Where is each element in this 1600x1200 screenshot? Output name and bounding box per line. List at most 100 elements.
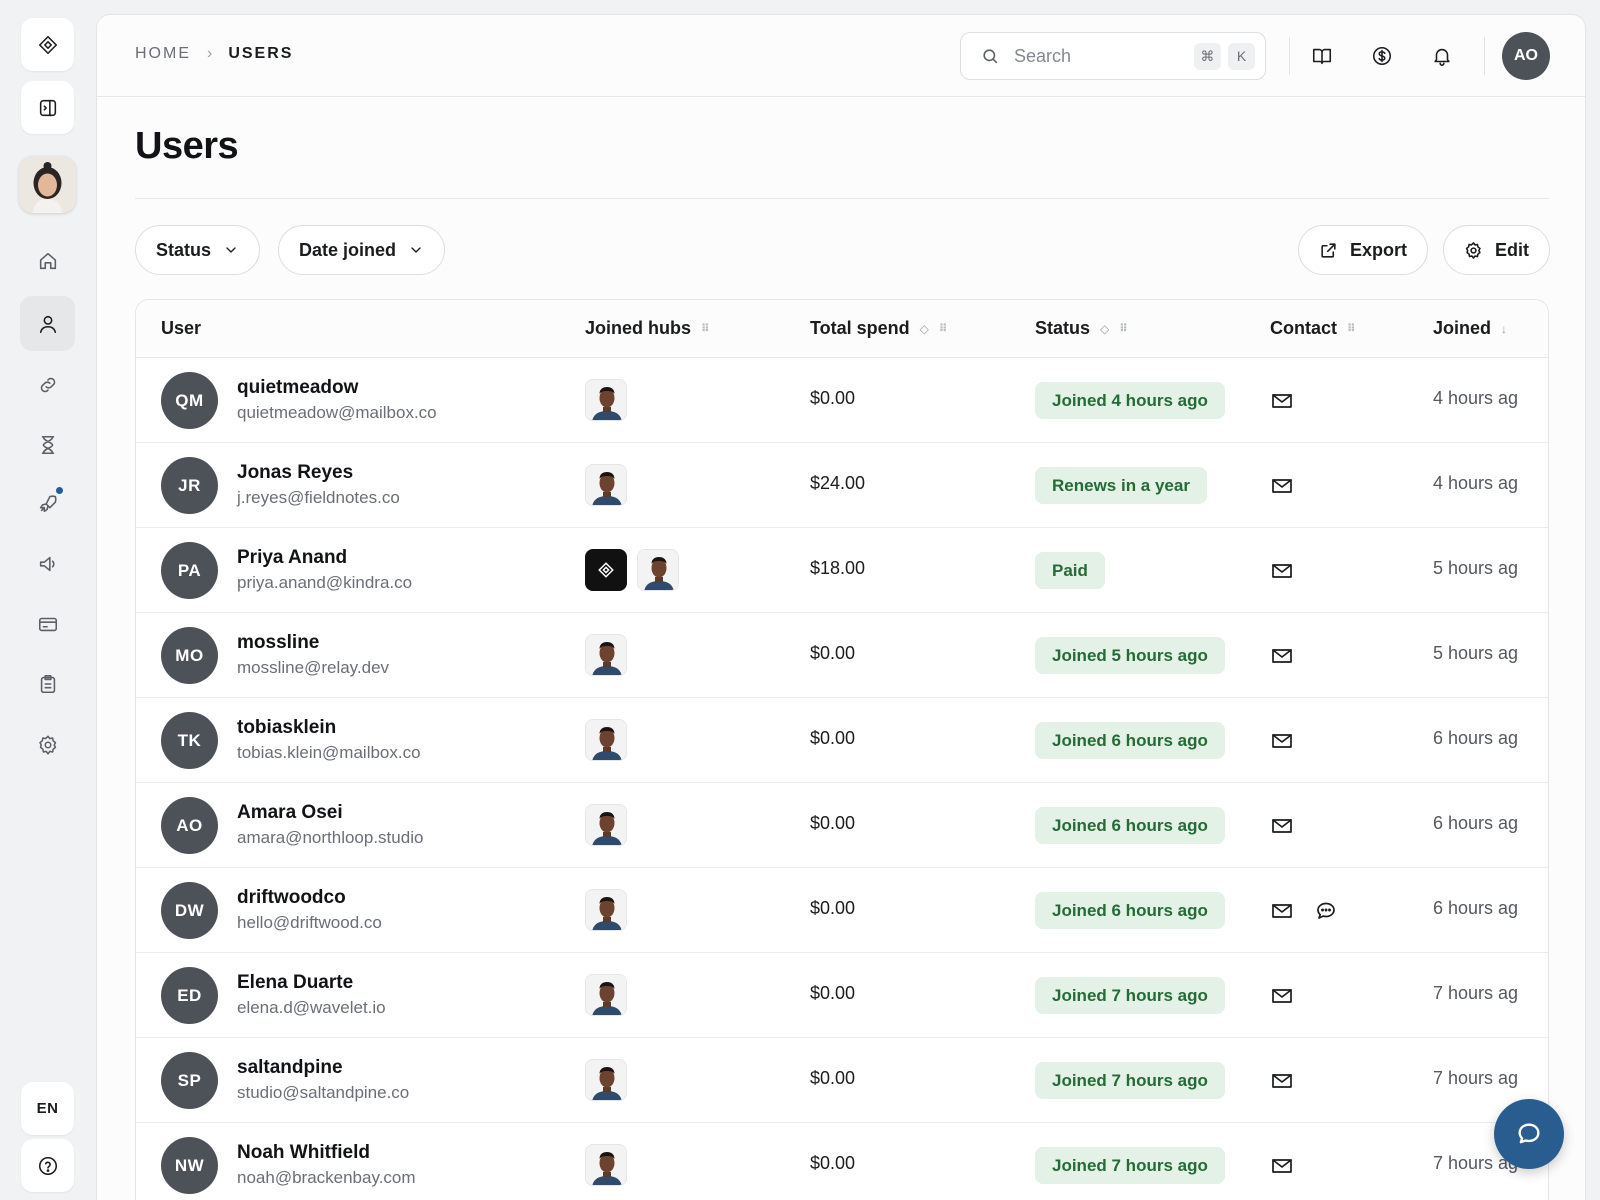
status-badge: Paid	[1035, 552, 1105, 589]
mail-icon[interactable]	[1270, 1154, 1294, 1178]
table-row[interactable]: QM quietmeadow quietmeadow@mailbox.co $0.00…	[136, 358, 1548, 443]
book-icon	[1312, 48, 1332, 65]
column-total-spend[interactable]: Total spend ◇ ⠿	[810, 318, 947, 339]
drag-handle-icon[interactable]: ⠿	[1347, 322, 1356, 335]
nav-links[interactable]	[20, 357, 75, 412]
hub-thumbnail[interactable]	[637, 549, 679, 591]
status-badge: Joined 7 hours ago	[1035, 977, 1225, 1014]
hub-thumbnail[interactable]	[585, 974, 627, 1016]
user-name[interactable]: tobiasklein	[237, 717, 336, 739]
user-name[interactable]: Jonas Reyes	[237, 462, 353, 484]
user-name[interactable]: Noah Whitfield	[237, 1142, 370, 1164]
nav-home[interactable]	[20, 233, 75, 288]
edit-button[interactable]: Edit	[1443, 225, 1550, 275]
user-name[interactable]: Priya Anand	[237, 547, 347, 569]
hub-thumbnail[interactable]	[585, 719, 627, 761]
sidebar-toggle-button[interactable]	[21, 81, 74, 134]
sort-descending-icon[interactable]: ↓	[1501, 322, 1507, 336]
workspace-avatar[interactable]	[19, 156, 76, 213]
drag-handle-icon[interactable]: ⠿	[939, 322, 948, 335]
nav-billing[interactable]	[20, 596, 75, 651]
hub-logo[interactable]	[585, 549, 627, 591]
gear-icon	[1465, 241, 1481, 259]
mail-icon[interactable]	[1270, 984, 1294, 1008]
mail-icon[interactable]	[1270, 814, 1294, 838]
column-joined-hubs[interactable]: Joined hubs ⠿	[585, 318, 710, 339]
language-button[interactable]: EN	[21, 1082, 74, 1135]
hub-person-image	[586, 805, 626, 845]
logo-button[interactable]	[21, 18, 74, 71]
date-joined-filter[interactable]: Date joined	[278, 225, 446, 275]
docs-button[interactable]	[1303, 37, 1341, 75]
mail-icon[interactable]	[1270, 1069, 1294, 1093]
user-name[interactable]: driftwoodco	[237, 887, 346, 909]
divider	[1484, 37, 1485, 75]
table-row[interactable]: MO mossline mossline@relay.dev $0.00 Joined …	[136, 613, 1548, 698]
status-filter[interactable]: Status	[135, 225, 261, 275]
hub-thumbnail[interactable]	[585, 1059, 627, 1101]
user-email: mossline@relay.dev	[237, 658, 390, 677]
user-name[interactable]: mossline	[237, 632, 319, 654]
mail-icon[interactable]	[1270, 729, 1294, 753]
column-status[interactable]: Status ◇ ⠿	[1035, 318, 1128, 339]
column-contact[interactable]: Contact ⠿	[1270, 318, 1356, 339]
user-name[interactable]: quietmeadow	[237, 377, 358, 399]
hub-thumbnail[interactable]	[585, 1144, 627, 1186]
mail-icon[interactable]	[1270, 559, 1294, 583]
hub-person-image	[638, 550, 678, 590]
table-row[interactable]: JR Jonas Reyes j.reyes@fieldnotes.co $24.00…	[136, 443, 1548, 528]
breadcrumb-home[interactable]: HOME	[135, 45, 191, 63]
user-name[interactable]: Elena Duarte	[237, 972, 353, 994]
hub-thumbnail[interactable]	[585, 464, 627, 506]
drag-handle-icon[interactable]: ⠿	[701, 322, 710, 335]
date-joined-filter-label: Date joined	[299, 239, 397, 260]
column-user-label: User	[161, 318, 202, 338]
search-icon	[983, 48, 998, 63]
mail-icon[interactable]	[1270, 474, 1294, 498]
diamond-logo-icon	[38, 35, 57, 54]
hub-person-image	[586, 380, 626, 420]
sort-icon[interactable]: ◇	[920, 322, 929, 336]
table-row[interactable]: ED Elena Duarte elena.d@wavelet.io $0.00 Joi…	[136, 953, 1548, 1038]
nav-waitlist[interactable]	[20, 417, 75, 472]
user-email: tobias.klein@mailbox.co	[237, 743, 421, 762]
user-name[interactable]: saltandpine	[237, 1057, 343, 1079]
mail-icon[interactable]	[1270, 389, 1294, 413]
drag-handle-icon[interactable]: ⠿	[1119, 322, 1128, 335]
joined-time: 4 hours ag	[1433, 473, 1519, 493]
table-row[interactable]: SP saltandpine studio@saltandpine.co $0.00 J…	[136, 1038, 1548, 1123]
export-button[interactable]: Export	[1298, 225, 1429, 275]
joined-time: 6 hours ag	[1433, 813, 1519, 833]
search-input[interactable]: Search ⌘ K	[960, 32, 1266, 80]
help-button[interactable]	[21, 1139, 74, 1192]
chat-icon[interactable]	[1314, 899, 1338, 923]
nav-announcements[interactable]	[20, 536, 75, 591]
billing-button[interactable]	[1363, 37, 1401, 75]
table-row[interactable]: AO Amara Osei amara@northloop.studio $0.00 J…	[136, 783, 1548, 868]
mail-icon[interactable]	[1270, 899, 1294, 923]
hub-thumbnail[interactable]	[585, 379, 627, 421]
total-spend: $0.00	[810, 983, 856, 1003]
chat-launcher-button[interactable]	[1494, 1099, 1564, 1169]
table-row[interactable]: PA Priya Anand priya.anand@kindra.co $18.00…	[136, 528, 1548, 613]
table-row[interactable]: TK tobiasklein tobias.klein@mailbox.co $0.0…	[136, 698, 1548, 783]
hub-thumbnail[interactable]	[585, 634, 627, 676]
table-row[interactable]: DW driftwoodco hello@driftwood.co $0.00 Join…	[136, 868, 1548, 953]
account-avatar[interactable]: AO	[1502, 32, 1550, 80]
column-joined[interactable]: Joined ↓	[1433, 318, 1507, 339]
hub-thumbnail[interactable]	[585, 804, 627, 846]
external-link-icon	[1321, 242, 1336, 258]
column-user[interactable]: User	[161, 318, 201, 339]
nav-launch[interactable]	[20, 476, 75, 531]
nav-users[interactable]	[20, 296, 75, 351]
nav-settings[interactable]	[20, 717, 75, 772]
user-name[interactable]: Amara Osei	[237, 802, 343, 824]
mail-icon[interactable]	[1270, 644, 1294, 668]
hub-person-image	[586, 465, 626, 505]
megaphone-icon	[39, 556, 55, 571]
hub-thumbnail[interactable]	[585, 889, 627, 931]
table-row[interactable]: NW Noah Whitfield noah@brackenbay.com $0.00…	[136, 1123, 1548, 1200]
sort-icon[interactable]: ◇	[1100, 322, 1109, 336]
nav-reports[interactable]	[20, 656, 75, 711]
notifications-button[interactable]	[1423, 37, 1461, 75]
